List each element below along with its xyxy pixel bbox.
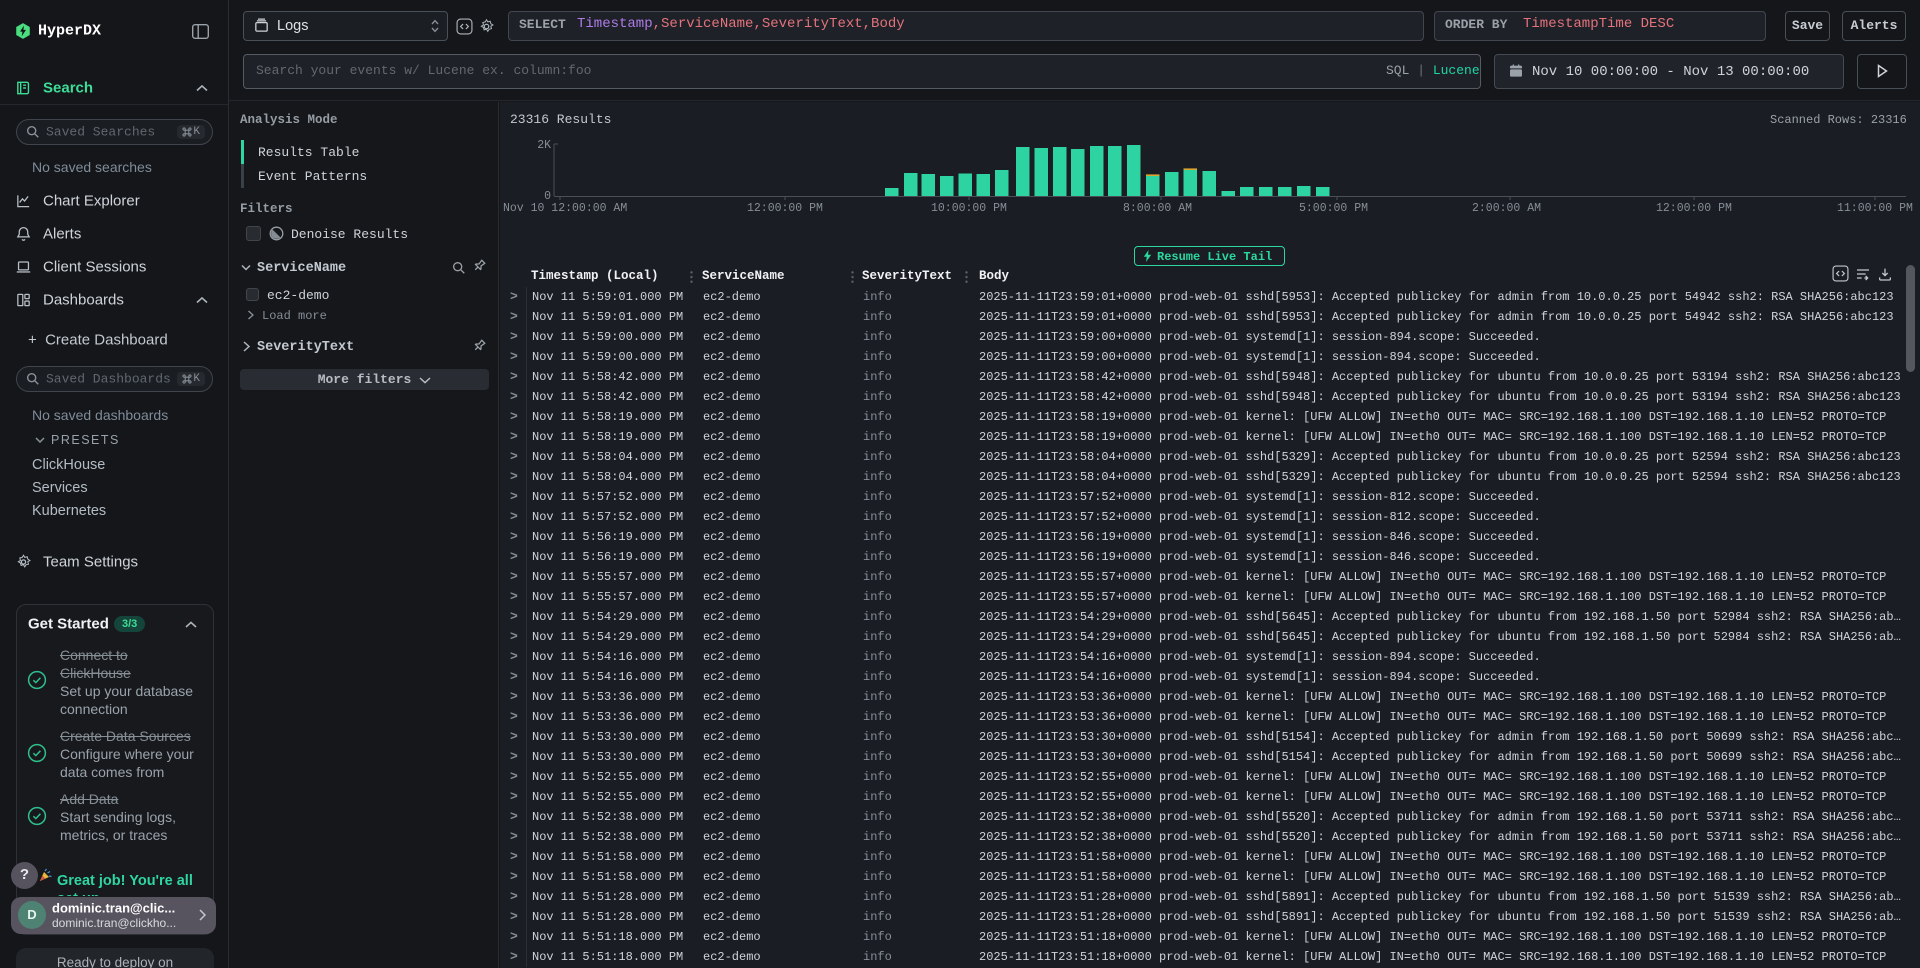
svg-text:8:00:00 AM: 8:00:00 AM [1123, 202, 1192, 215]
svg-text:5:00:00 PM: 5:00:00 PM [1299, 202, 1368, 215]
svg-text:11:00:00 PM: 11:00:00 PM [1837, 202, 1913, 215]
svg-text:12:00:00 PM: 12:00:00 PM [747, 202, 823, 215]
svg-text:2:00:00 AM: 2:00:00 AM [1472, 202, 1541, 215]
svg-text:12:00:00 PM: 12:00:00 PM [1656, 202, 1732, 215]
svg-text:10:00:00 PM: 10:00:00 PM [931, 202, 1007, 215]
svg-text:Nov 10 12:00:00 AM: Nov 10 12:00:00 AM [503, 202, 627, 215]
svg-text:2K: 2K [537, 139, 551, 152]
